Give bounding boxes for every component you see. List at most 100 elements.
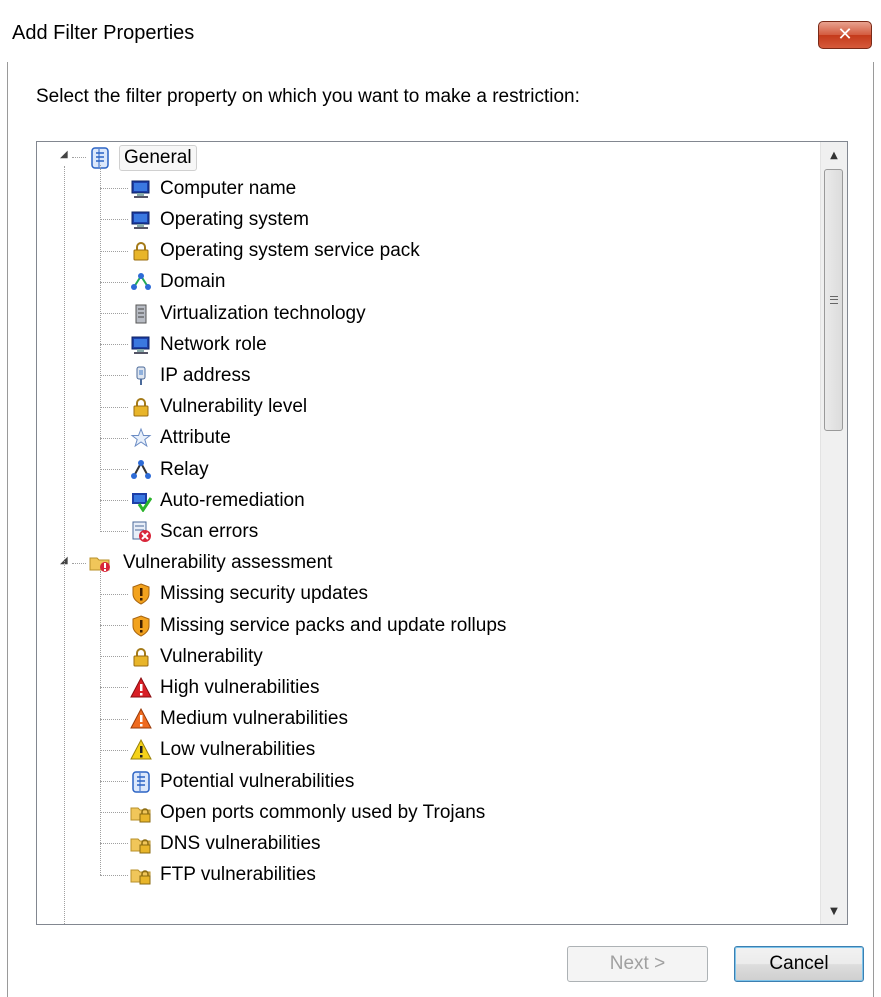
tree-item-label: Domain	[160, 271, 226, 293]
tree-item-open-ports-commonly-used-by-trojans[interactable]: Open ports commonly used by Trojans	[130, 797, 485, 828]
tree-item-domain[interactable]: Domain	[130, 267, 225, 298]
tree-item-network-role[interactable]: Network role	[130, 329, 267, 360]
window-border-right	[873, 62, 881, 997]
tree-item-label: Relay	[160, 458, 209, 480]
tree-item-ip-address[interactable]: IP address	[130, 360, 250, 391]
tree-item-virtualization-technology[interactable]: Virtualization technology	[130, 298, 366, 329]
window-border-left	[0, 62, 8, 997]
expand-collapse-icon[interactable]: ◢	[60, 150, 70, 160]
tree-item-missing-service-packs-and-update-rollups[interactable]: Missing service packs and update rollups	[130, 610, 506, 641]
tree-connector	[100, 406, 128, 408]
tree-connector	[64, 166, 65, 924]
scroll-down-arrow-icon: ▼	[830, 905, 838, 917]
expand-collapse-icon[interactable]: ◢	[60, 555, 70, 566]
tree-connector	[100, 749, 128, 751]
lock-icon	[130, 240, 152, 262]
tree-item-computer-name[interactable]: Computer name	[130, 173, 296, 204]
tree-item-vulnerability-level[interactable]: Vulnerability level	[130, 392, 307, 423]
tree-item-label: Attribute	[160, 427, 231, 449]
computer-icon	[130, 178, 152, 200]
tree-item-label: FTP vulnerabilities	[160, 864, 316, 886]
tree-group-label: Vulnerability assessment	[123, 552, 333, 574]
relay-icon	[130, 459, 152, 481]
tree-connector	[100, 687, 128, 689]
tree-group-vulnerability-assessment[interactable]: Vulnerability assessment	[89, 548, 336, 579]
next-button[interactable]: Next >	[567, 946, 708, 982]
filter-property-tree[interactable]: ◢ General Computer name Operating system Ope…	[36, 141, 848, 925]
tree-item-ftp-vulnerabilities[interactable]: FTP vulnerabilities	[130, 860, 316, 891]
tree-item-label: DNS vulnerabilities	[160, 832, 321, 854]
instruction-text: Select the filter property on which you …	[36, 86, 580, 107]
tree-item-label: Virtualization technology	[160, 302, 366, 324]
tree-connector	[100, 250, 128, 252]
scan-error-icon	[130, 521, 152, 543]
network-icon	[130, 271, 152, 293]
shield-warning-icon	[130, 614, 152, 637]
tree-item-label: Operating system service pack	[160, 240, 420, 262]
shield-warning-icon	[130, 583, 152, 605]
tree-item-low-vulnerabilities[interactable]: Low vulnerabilities	[130, 735, 315, 766]
tree-item-vulnerability[interactable]: Vulnerability	[130, 641, 263, 672]
window-title: Add Filter Properties	[12, 22, 195, 44]
scroll-thumb[interactable]	[824, 169, 843, 431]
tree-item-label: Potential vulnerabilities	[160, 770, 355, 792]
tree-item-operating-system-service-pack[interactable]: Operating system service pack	[130, 236, 420, 267]
tree-item-medium-vulnerabilities[interactable]: Medium vulnerabilities	[130, 704, 348, 735]
tree-item-scan-errors[interactable]: Scan errors	[130, 516, 258, 547]
tree-item-label: Vulnerability level	[160, 396, 308, 418]
high-warning-icon	[130, 676, 152, 699]
tree-group-label: General	[119, 144, 197, 171]
scroll-up-arrow-icon: ▲	[830, 149, 838, 161]
tree-item-missing-security-updates[interactable]: Missing security updates	[130, 579, 368, 610]
tree-connector	[100, 437, 128, 439]
tree-item-operating-system[interactable]: Operating system	[130, 204, 309, 235]
tree-item-label: Auto-remediation	[160, 489, 305, 511]
tree-item-potential-vulnerabilities[interactable]: Potential vulnerabilities	[130, 766, 354, 797]
scroll-down-button[interactable]: ▼	[821, 898, 847, 924]
computer-icon	[130, 209, 152, 231]
vertical-scrollbar[interactable]: ▲ ▼	[820, 142, 847, 924]
tree-connector	[100, 219, 128, 221]
tree-item-dns-vulnerabilities[interactable]: DNS vulnerabilities	[130, 828, 321, 859]
remediation-icon	[130, 490, 152, 512]
star-icon	[130, 427, 152, 449]
tree-item-attribute[interactable]: Attribute	[130, 423, 231, 454]
tree-connector	[100, 718, 128, 720]
tree-item-relay[interactable]: Relay	[130, 454, 209, 485]
tree-connector	[100, 188, 128, 190]
tree-connector	[100, 781, 128, 782]
lock-icon	[130, 396, 152, 418]
tree-item-label: Vulnerability	[160, 645, 263, 667]
ip-plug-icon	[130, 365, 152, 387]
tree-item-label: Operating system	[160, 208, 309, 230]
tree-connector	[100, 313, 128, 314]
scroll-up-button[interactable]: ▲	[821, 142, 847, 168]
tree-viewport: ◢ General Computer name Operating system Ope…	[37, 142, 840, 924]
tree-connector	[100, 812, 128, 814]
tree-item-label: Computer name	[160, 177, 297, 199]
lock-icon	[130, 646, 152, 668]
close-icon: ✕	[837, 24, 853, 45]
tree-connector	[100, 570, 101, 875]
tree-connector	[100, 531, 128, 533]
computer-icon	[130, 334, 152, 356]
tree-item-label: Open ports commonly used by Trojans	[160, 801, 486, 823]
tree-group-general[interactable]: General	[89, 142, 197, 173]
close-button[interactable]: ✕	[818, 21, 872, 49]
tree-item-label: Missing service packs and update rollups	[160, 614, 507, 636]
tree-connector	[72, 562, 86, 564]
folder-lock-icon	[130, 864, 152, 886]
server-icon	[130, 303, 152, 325]
tree-item-label: Medium vulnerabilities	[160, 708, 348, 730]
tree-item-label: Scan errors	[160, 520, 259, 542]
dialog-window: Add Filter Properties ✕ Select the filte…	[0, 0, 881, 997]
tree-connector	[100, 375, 128, 377]
tree-item-auto-remediation[interactable]: Auto-remediation	[130, 485, 305, 516]
tree-connector	[100, 874, 128, 876]
medium-warning-icon	[130, 708, 152, 730]
low-warning-icon	[130, 739, 152, 761]
tree-item-label: IP address	[160, 364, 251, 386]
tree-item-high-vulnerabilities[interactable]: High vulnerabilities	[130, 672, 319, 703]
grip-icon	[829, 296, 838, 304]
cancel-button[interactable]: Cancel	[734, 946, 864, 982]
